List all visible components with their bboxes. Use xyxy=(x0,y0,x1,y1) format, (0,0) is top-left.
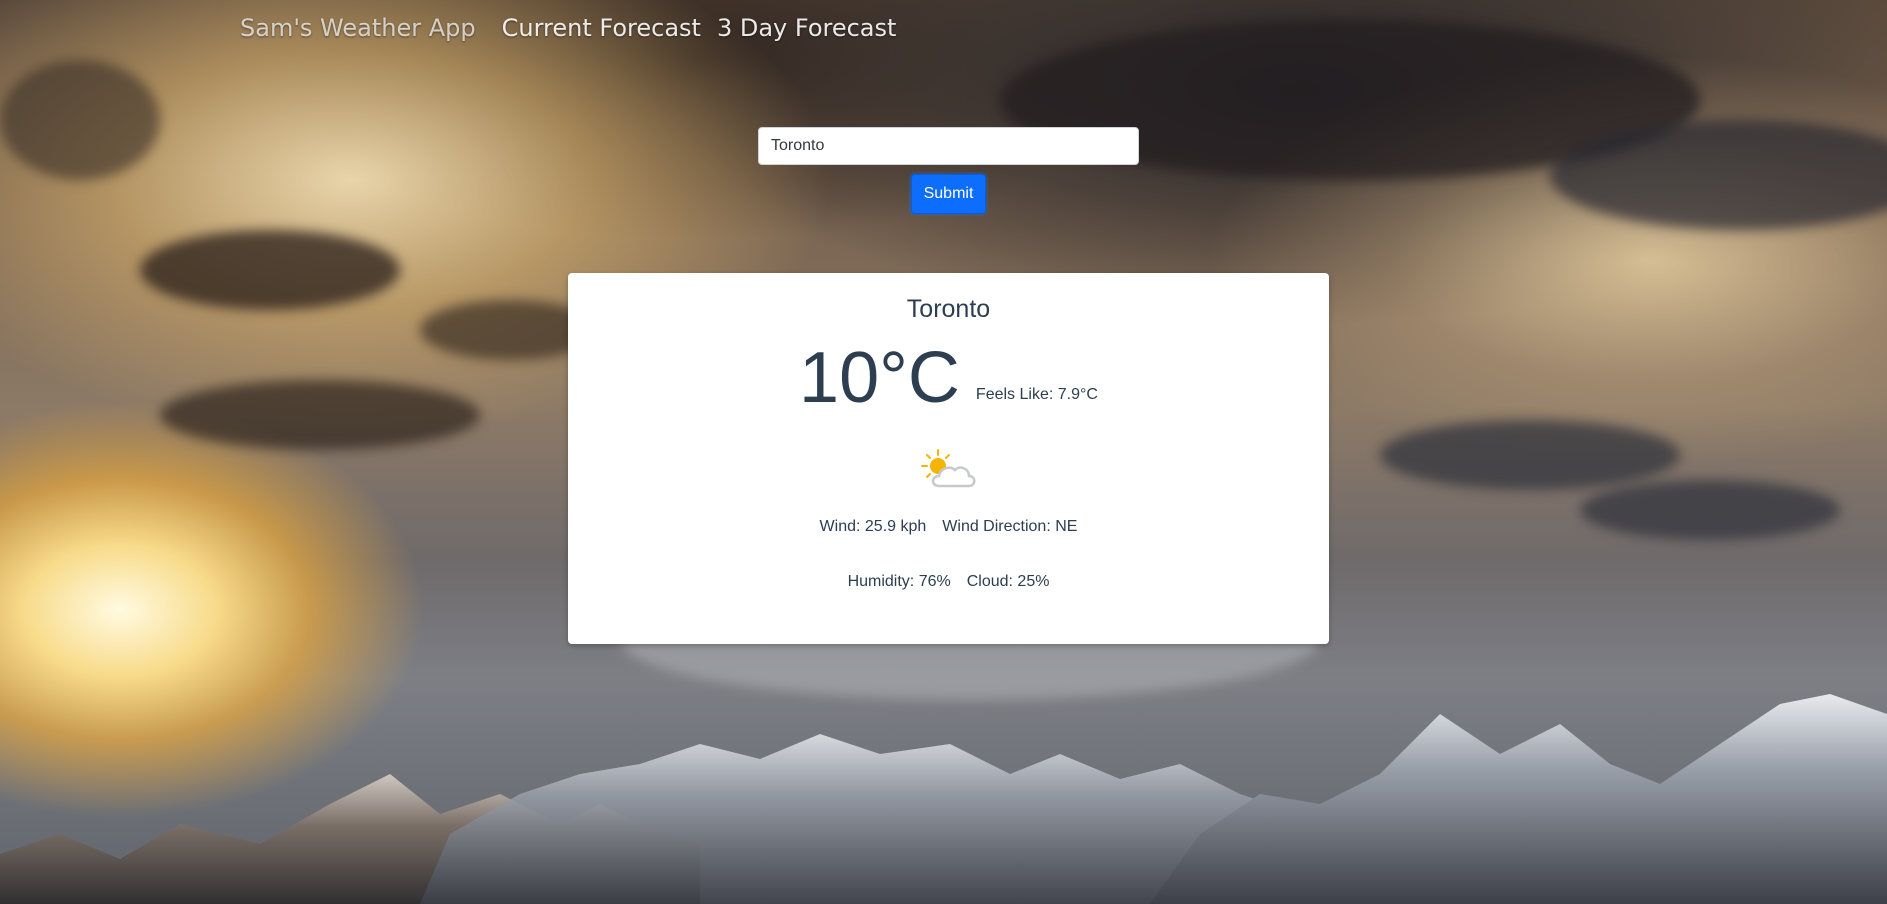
wind-row: Wind: 25.9 kph Wind Direction: NE xyxy=(568,518,1329,536)
nav-link-3-day-forecast[interactable]: 3 Day Forecast xyxy=(717,14,896,42)
dark-cloud xyxy=(1580,480,1840,540)
wind-direction: Wind Direction: NE xyxy=(942,518,1078,535)
current-temperature: 10°C xyxy=(799,338,960,418)
top-navbar: Sam's Weather App Current Forecast 3 Day… xyxy=(240,14,896,42)
city-search-form: Submit xyxy=(758,127,1139,214)
humidity: Humidity: 76% xyxy=(847,573,951,590)
cloud-cover: Cloud: 25% xyxy=(966,573,1050,590)
submit-button[interactable]: Submit xyxy=(910,174,987,214)
dark-cloud xyxy=(1380,420,1680,490)
dark-cloud xyxy=(140,230,400,310)
partly-cloudy-icon xyxy=(919,446,979,494)
mountain-range xyxy=(0,694,1887,904)
current-weather-card: Toronto 10°C Feels Like: 7.9°C Wind: 25.… xyxy=(568,273,1329,644)
dark-cloud xyxy=(0,60,160,180)
dark-cloud xyxy=(1550,120,1887,230)
nav-link-current-forecast[interactable]: Current Forecast xyxy=(502,14,701,42)
city-search-input[interactable] xyxy=(758,127,1139,165)
humidity-cloud-row: Humidity: 76% Cloud: 25% xyxy=(568,573,1329,591)
dark-cloud xyxy=(160,380,480,450)
city-name: Toronto xyxy=(906,295,991,323)
wind-speed: Wind: 25.9 kph xyxy=(819,518,927,535)
temperature-row: 10°C Feels Like: 7.9°C xyxy=(568,342,1329,414)
nav-links: Current Forecast 3 Day Forecast xyxy=(502,14,897,42)
app-brand-link[interactable]: Sam's Weather App xyxy=(240,14,476,42)
feels-like-text: Feels Like: 7.9°C xyxy=(975,386,1098,403)
